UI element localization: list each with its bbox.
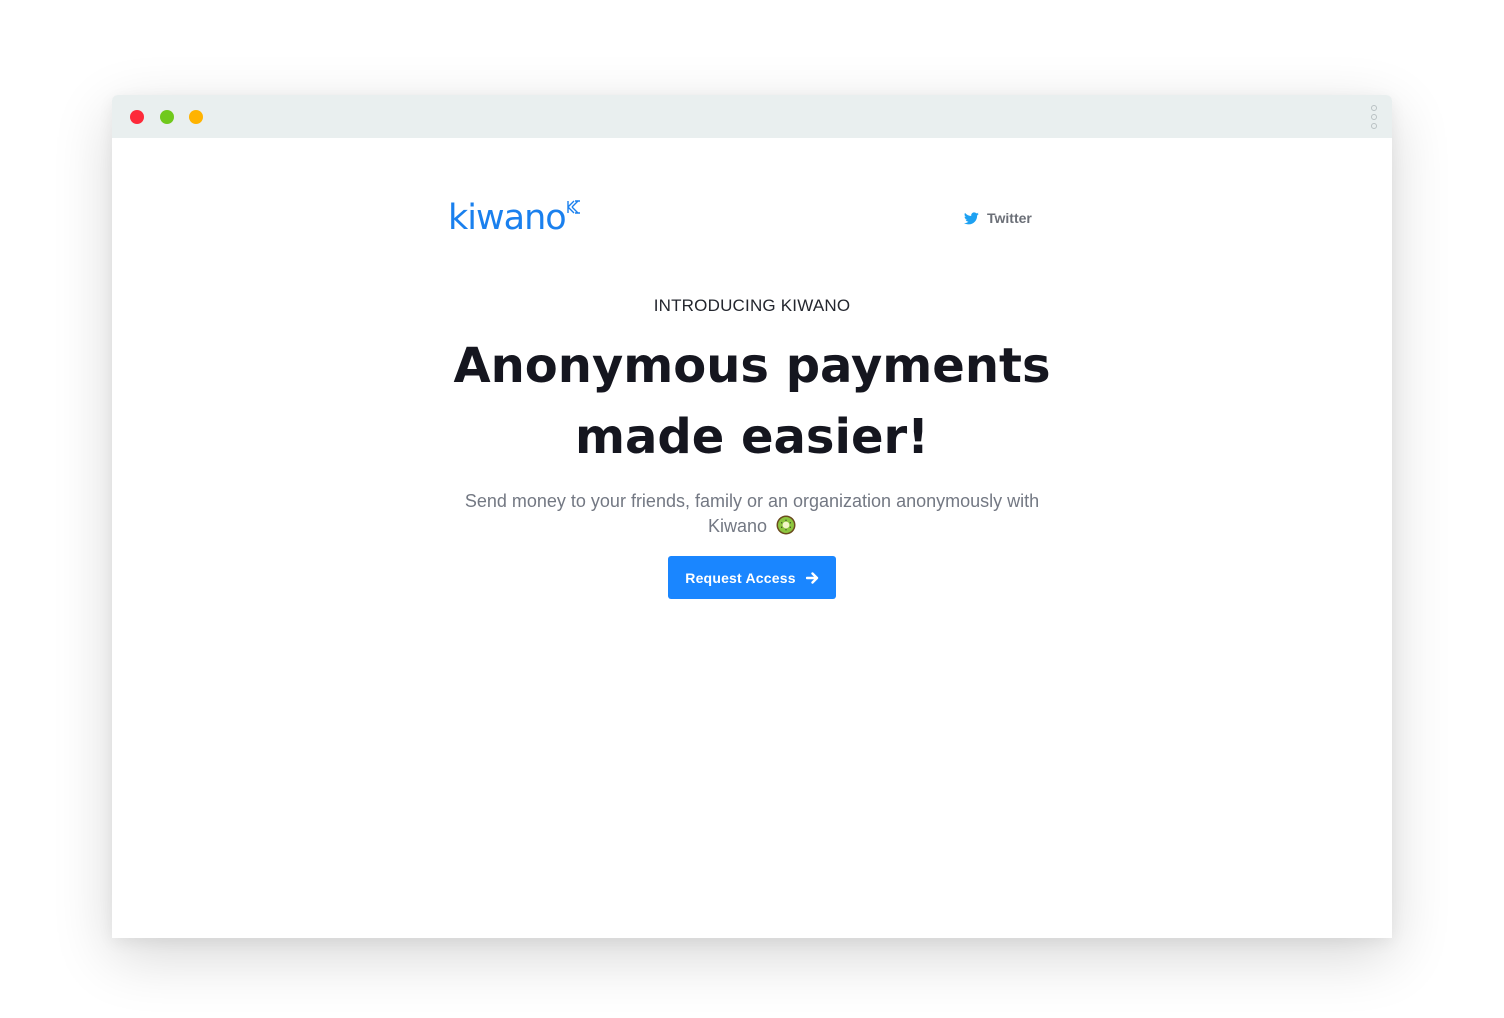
twitter-icon (964, 211, 979, 224)
twitter-link[interactable]: Twitter (964, 210, 1032, 226)
brand-logo[interactable]: kiwano (448, 198, 581, 238)
arrow-right-icon (805, 571, 818, 584)
close-window-button[interactable] (130, 110, 144, 124)
kiwi-fruit-icon (776, 515, 796, 535)
landing-page: kiwano Twitter INTRODUCING KIWANO Anonym… (112, 138, 1392, 938)
kebab-menu-icon[interactable] (1368, 105, 1380, 129)
minimize-window-button[interactable] (160, 110, 174, 124)
hero-headline: Anonymous payments made easier! (402, 331, 1102, 473)
hero-headline-line-2: made easier! (574, 409, 930, 465)
screenshot-stage: kiwano Twitter INTRODUCING KIWANO Anonym… (0, 0, 1504, 1018)
zoom-window-button[interactable] (189, 110, 203, 124)
request-access-button[interactable]: Request Access (668, 556, 836, 599)
twitter-link-label: Twitter (987, 210, 1032, 226)
hero-eyebrow: INTRODUCING KIWANO (653, 296, 851, 315)
brand-k-mark-icon (566, 200, 580, 214)
browser-window: kiwano Twitter INTRODUCING KIWANO Anonym… (112, 95, 1392, 938)
request-access-label: Request Access (685, 569, 796, 586)
hero-headline-line-1: Anonymous payments (453, 338, 1051, 394)
brand-wordmark: kiwano (448, 198, 567, 238)
hero-subtitle-text: Send money to your friends, family or an… (464, 491, 1040, 536)
browser-titlebar (112, 95, 1392, 138)
hero-subtitle: Send money to your friends, family or an… (452, 489, 1052, 539)
